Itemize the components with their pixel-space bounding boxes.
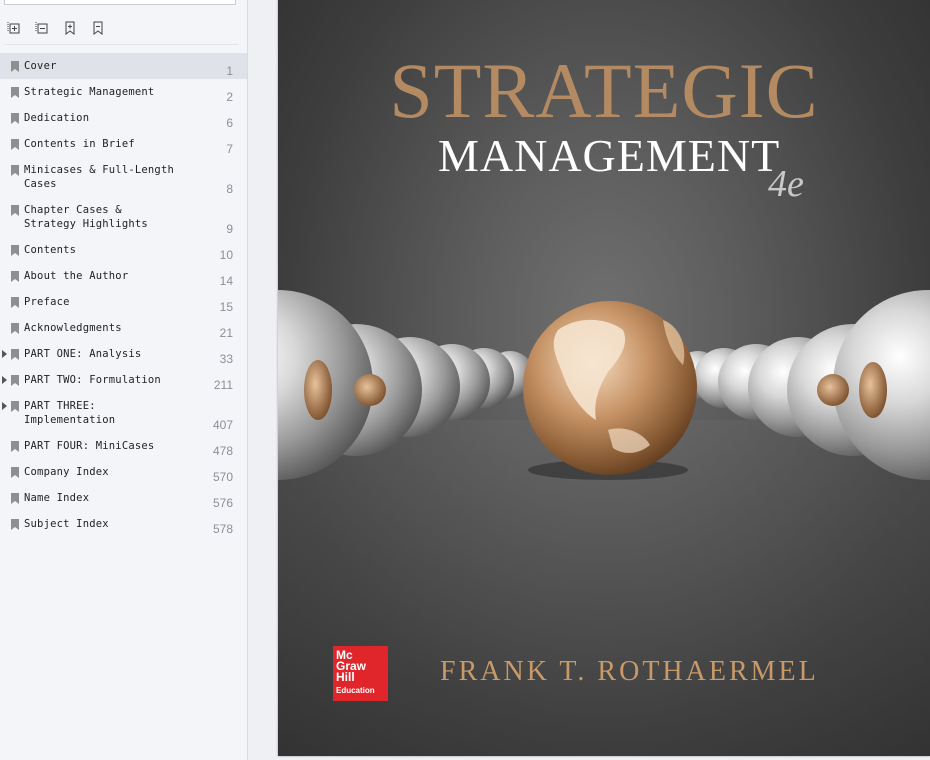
bookmark-label: Subject Index [24,518,109,530]
bookmark-page-number: 15 [219,300,233,314]
bookmark-page-number: 7 [226,142,233,156]
outline-list: Cover 1 Strategic Management 2 Dedication 6 Co… [0,53,247,537]
bookmark-icon [11,519,19,530]
bookmark-item[interactable]: Acknowledgments 21 [0,315,247,341]
bookmark-item[interactable]: Contents 10 [0,237,247,263]
bookmark-label: Company Index [24,466,109,478]
bookmark-icon [11,375,19,386]
bookmark-item[interactable]: PART TWO: Formulation 211 [0,367,247,393]
bookmark-page-number: 407 [212,418,233,432]
bookmark-page-number: 211 [213,378,233,392]
bookmark-icon [11,271,19,282]
bookmark-label: PART THREE: Implementation [24,400,116,426]
bookmark-icon [11,205,19,216]
bookmark-icon [11,349,19,360]
expand-all-icon[interactable] [4,18,24,38]
bookmark-item[interactable]: Cover 1 [0,53,247,79]
bookmark-item[interactable]: Preface 15 [0,289,247,315]
bookmark-label: Strategic Management [24,86,155,98]
bookmark-icon [11,245,19,256]
logo-text: Education [336,686,375,695]
toolbar-divider [4,44,238,45]
book-title-line1: STRATEGIC [389,47,819,134]
bookmark-page-number: 478 [212,444,233,458]
bookmark-item[interactable]: About the Author 14 [0,263,247,289]
bookmark-label: Name Index [24,492,90,504]
bookmark-label: About the Author [24,270,129,282]
expand-arrow-icon[interactable] [2,402,7,410]
bookmark-item[interactable]: PART ONE: Analysis 33 [0,341,247,367]
bookmark-icon [11,323,19,334]
bookmark-icon [11,441,19,452]
bookmark-page-number: 8 [226,182,233,196]
bookmark-page-number: 14 [219,274,233,288]
bookmark-label: Acknowledgments [24,322,122,334]
bookmark-page-number: 578 [212,522,233,536]
search-box[interactable] [4,0,236,5]
document-view[interactable]: STRATEGIC MANAGEMENT 4e Mc Graw Hill Edu… [248,0,930,760]
reflection-globe [304,360,332,420]
bookmark-icon [11,61,19,72]
bookmark-page-number: 9 [226,222,233,236]
expand-arrow-icon[interactable] [2,376,7,384]
bookmark-icon [11,297,19,308]
bookmark-label: PART FOUR: MiniCases [24,440,155,452]
reflection-globe [859,362,887,418]
bookmark-icon [11,401,19,412]
bookmark-label: PART ONE: Analysis [24,348,142,360]
bookmarks-panel: Cover 1 Strategic Management 2 Dedication 6 Co… [0,0,248,760]
bookmark-item[interactable]: Company Index 570 [0,459,247,485]
reflection-globe [817,374,849,406]
bookmark-page-number: 10 [219,248,233,262]
bookmark-label: Contents [24,244,77,256]
bookmark-item[interactable]: Name Index 576 [0,485,247,511]
bookmark-page-number: 576 [212,496,233,510]
add-bookmark-icon[interactable] [60,18,80,38]
bookmark-label: Cover [24,60,57,72]
bookmark-icon [11,139,19,150]
expand-arrow-icon[interactable] [2,350,7,358]
bookmark-icon [11,165,19,176]
bookmark-page-number: 33 [219,352,233,366]
bookmark-item[interactable]: Chapter Cases & Strategy Highlights 9 [0,197,247,237]
bookmark-item[interactable]: Minicases & Full-Length Cases 8 [0,157,247,197]
bookmark-icon[interactable] [88,18,108,38]
bookmark-label: Chapter Cases & Strategy Highlights [24,204,148,230]
book-title-line2: MANAGEMENT [438,130,781,181]
bookmark-item[interactable]: Contents in Brief 7 [0,131,247,157]
bookmark-label: PART TWO: Formulation [24,374,161,386]
bookmark-item[interactable]: Strategic Management 2 [0,79,247,105]
bookmarks-toolbar [4,18,108,38]
book-cover-page: STRATEGIC MANAGEMENT 4e Mc Graw Hill Edu… [278,0,930,756]
bookmark-label: Dedication [24,112,90,124]
bookmark-icon [11,87,19,98]
bookmark-label: Contents in Brief [24,138,135,150]
bookmark-page-number: 6 [226,116,233,130]
edition-label: 4e [768,163,804,205]
bookmark-label: Minicases & Full-Length Cases [24,164,174,190]
book-author: FRANK T. ROTHAERMEL [440,656,819,687]
publisher-logo: Mc Graw Hill Education [333,646,388,701]
collapse-all-icon[interactable] [32,18,52,38]
bookmark-page-number: 2 [226,90,233,104]
logo-text: Hill [336,670,355,684]
bookmark-item[interactable]: Dedication 6 [0,105,247,131]
bookmark-icon [11,493,19,504]
bookmark-page-number: 570 [212,470,233,484]
bookmark-item[interactable]: PART THREE: Implementation 407 [0,393,247,433]
bookmark-label: Preface [24,296,70,308]
bookmark-page-number: 21 [219,326,233,340]
bookmark-icon [11,113,19,124]
bookmark-icon [11,467,19,478]
bookmark-item[interactable]: Subject Index 578 [0,511,247,537]
bookmark-item[interactable]: PART FOUR: MiniCases 478 [0,433,247,459]
reflection-globe [354,374,386,406]
bookmark-page-number: 1 [226,64,233,78]
